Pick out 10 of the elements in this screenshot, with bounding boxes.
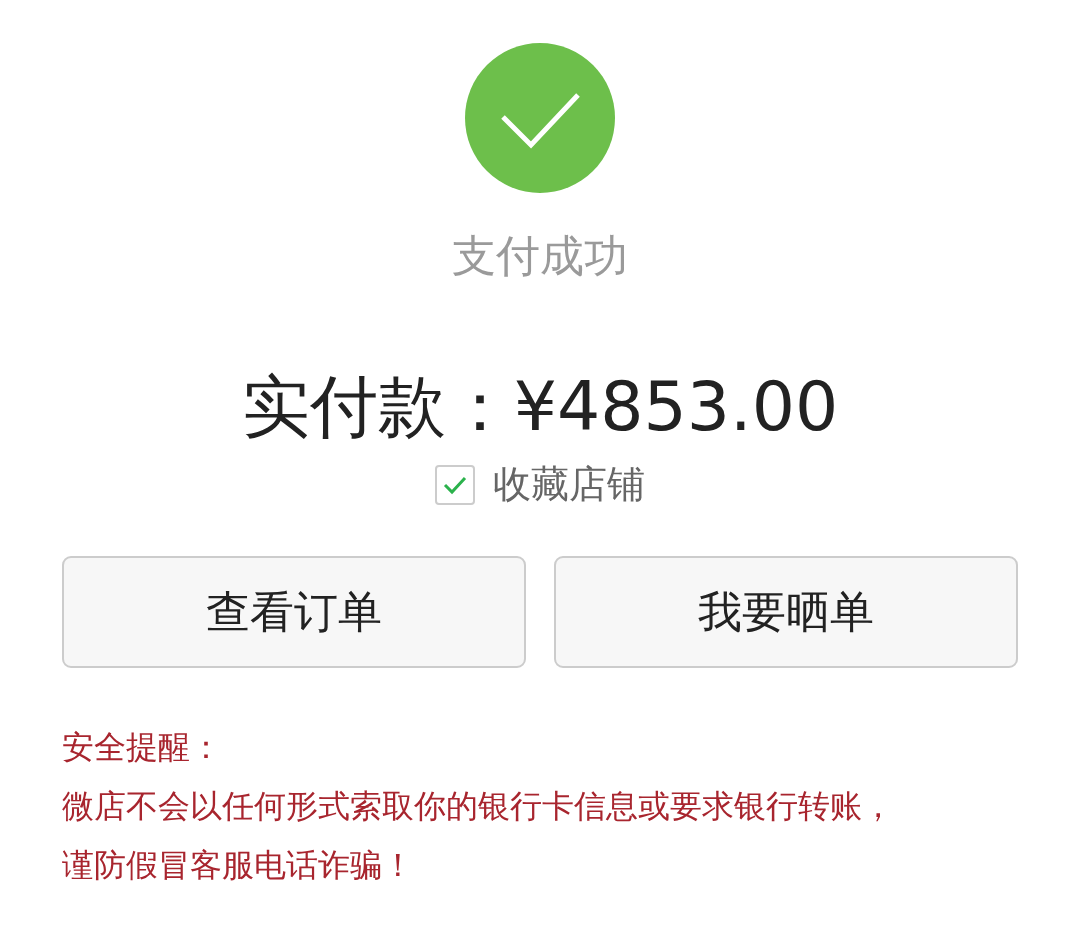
action-button[interactable]: 我要晒单 xyxy=(554,556,1018,668)
amount-paid: 实付款：¥4853.00 xyxy=(241,369,839,445)
checkbox-label: 收藏店铺 xyxy=(493,461,645,508)
notice-text: 微店不会以任何形式索取你的银行卡信息或要求银行转账， xyxy=(62,786,895,827)
notice-text: 谨防假冒客服电话诈骗！ xyxy=(62,845,415,886)
notice-title: 安全提醒： xyxy=(62,727,223,768)
success-check-icon xyxy=(465,43,615,193)
action-button[interactable]: 查看订单 xyxy=(62,556,526,668)
status-title: 支付成功 xyxy=(452,231,628,281)
favorite-checkbox[interactable] xyxy=(435,464,475,505)
